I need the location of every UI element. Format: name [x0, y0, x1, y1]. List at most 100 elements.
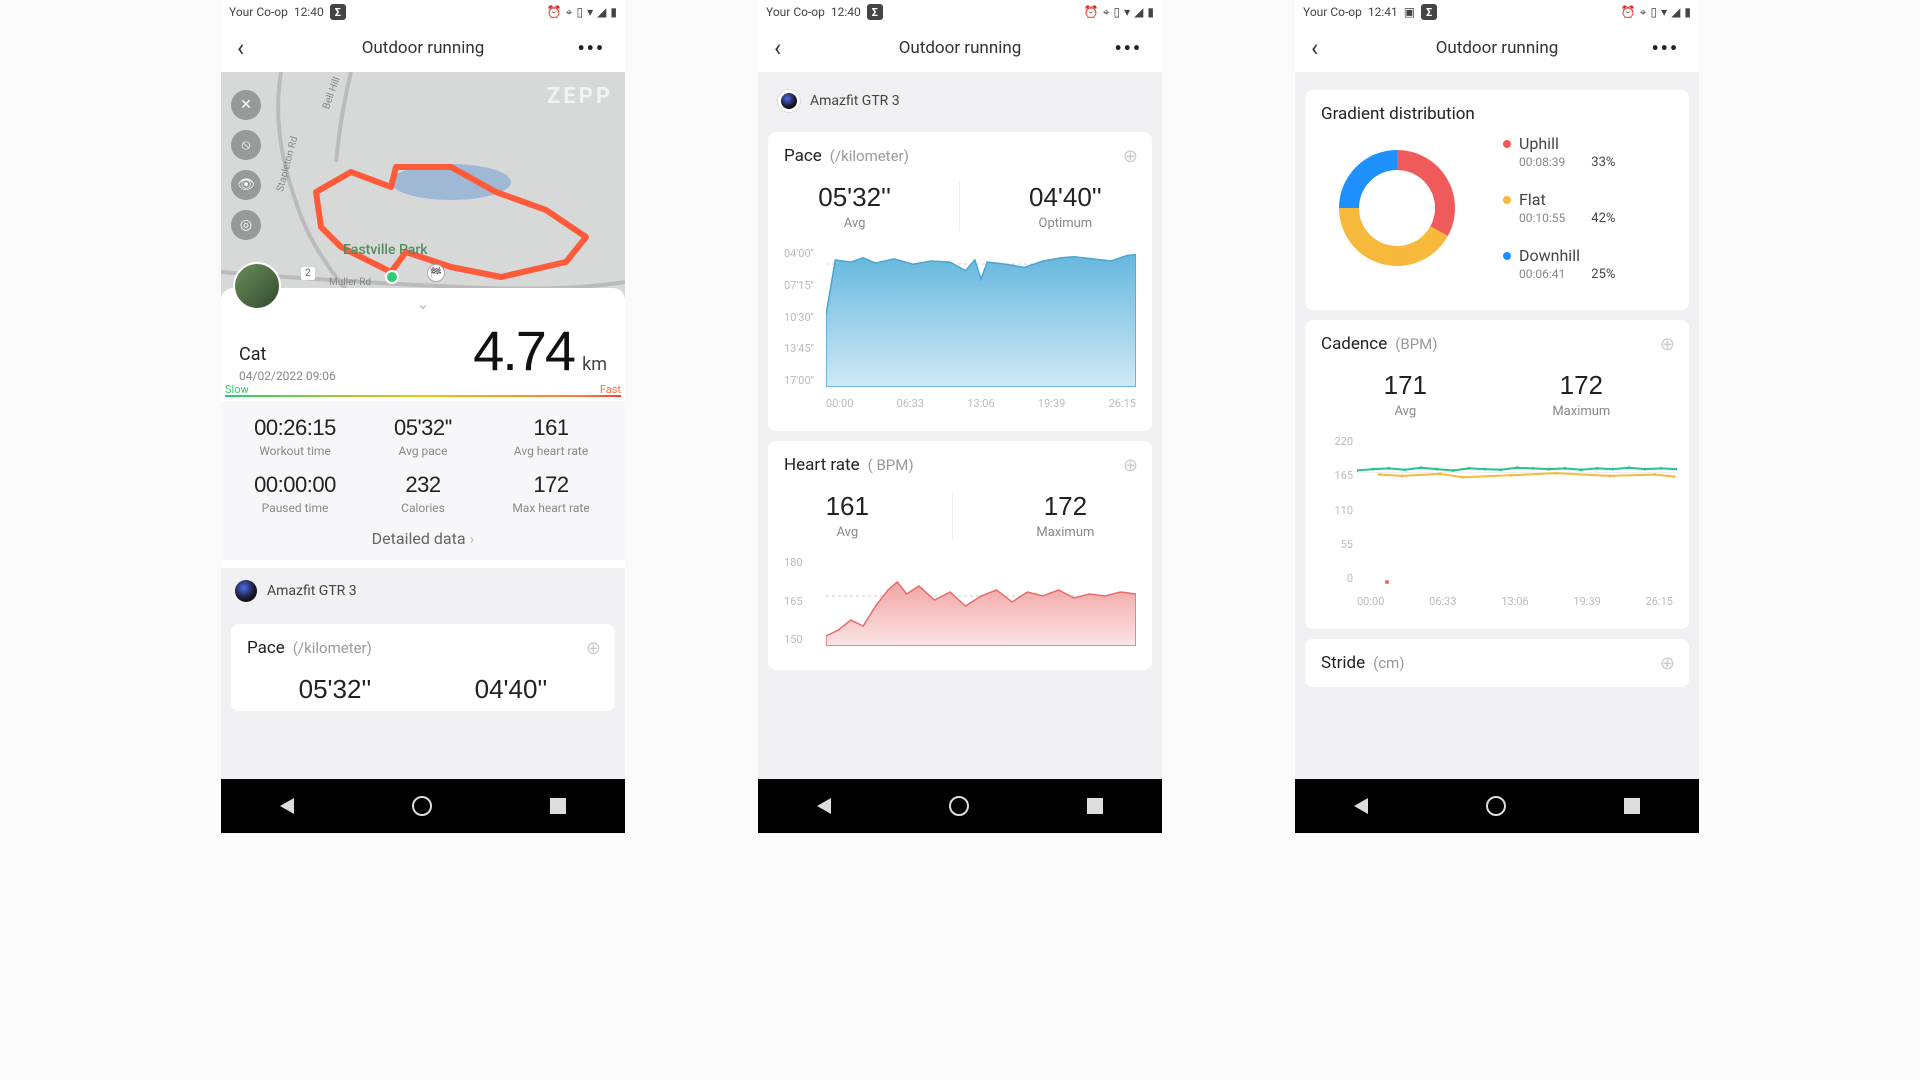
nav-back-icon[interactable]	[1354, 798, 1368, 814]
battery-icon: ▮	[610, 5, 617, 19]
zoom-icon[interactable]: ⊕	[1660, 334, 1675, 355]
distance-value: 4.74	[473, 318, 574, 383]
wifi-icon: ▾	[587, 5, 593, 19]
app-badge-icon: Σ	[867, 4, 883, 20]
card-subtitle: (BPM)	[1395, 335, 1437, 353]
cadence-avg-value: 171	[1384, 370, 1427, 401]
stat-value: 161	[487, 415, 615, 441]
x-tick: 06:33	[1429, 595, 1456, 608]
gradient-donut-chart	[1327, 138, 1467, 278]
stat-label: Max heart rate	[487, 501, 615, 515]
map-privacy-button[interactable]: ⦸	[231, 130, 261, 160]
pace-opt-label: Optimum	[1029, 216, 1102, 231]
nav-back-icon[interactable]	[817, 798, 831, 814]
nav-back-icon[interactable]	[280, 798, 294, 814]
pace-fast-label: Fast	[600, 383, 621, 396]
y-tick: 04'00''	[784, 247, 814, 260]
back-button[interactable]: ‹	[237, 34, 244, 62]
alarm-icon: ⏰	[1621, 5, 1636, 19]
device-row[interactable]: Amazfit GTR 3	[221, 568, 625, 614]
hr-max-label: Maximum	[1036, 525, 1094, 540]
app-header: ‹ Outdoor running •••	[221, 24, 625, 72]
location-icon: ⌖	[1640, 5, 1647, 20]
detailed-data-button[interactable]: Detailed data›	[221, 517, 625, 560]
cadence-avg-label: Avg	[1384, 404, 1427, 419]
x-tick: 00:00	[826, 397, 853, 410]
more-button[interactable]: •••	[1114, 36, 1142, 60]
cadence-max-label: Maximum	[1552, 404, 1610, 419]
x-tick: 19:39	[1038, 397, 1065, 410]
map-view-button[interactable]: 👁	[231, 170, 261, 200]
more-button[interactable]: •••	[1651, 36, 1679, 60]
carrier-label: Your Co-op	[766, 5, 825, 19]
x-tick: 19:39	[1573, 595, 1600, 608]
location-icon: ⌖	[1103, 5, 1110, 20]
x-tick: 06:33	[897, 397, 924, 410]
y-tick: 150	[784, 633, 803, 646]
gallery-icon: ▣	[1404, 5, 1415, 19]
stat-label: Calories	[359, 501, 487, 515]
card-subtitle: ( BPM)	[868, 456, 914, 474]
cadence-chart	[1357, 435, 1677, 585]
nav-home-icon[interactable]	[1486, 796, 1506, 816]
chevron-right-icon: ›	[470, 529, 475, 548]
route-map[interactable]: ZEPP Eastville Park Stapleton Rd Muller …	[221, 72, 625, 300]
datetime-label: 04/02/2022 09:06	[239, 369, 336, 383]
y-tick: 13'45''	[784, 342, 814, 355]
status-bar: Your Co-op 12:40 Σ ⏰ ⌖ ▯ ▾ ◢ ▮	[758, 0, 1162, 24]
nav-home-icon[interactable]	[412, 796, 432, 816]
nav-recent-icon[interactable]	[550, 798, 566, 814]
android-nav-bar	[1295, 779, 1699, 833]
gradient-legend: Uphill 00:08:3933%Flat 00:10:5542%Downhi…	[1503, 134, 1615, 282]
app-header: ‹ Outdoor running •••	[1295, 24, 1699, 72]
wifi-icon: ▾	[1661, 5, 1667, 19]
back-button[interactable]: ‹	[774, 34, 781, 62]
stat-value: 232	[359, 472, 487, 498]
y-tick: 165	[1321, 469, 1353, 482]
zoom-icon[interactable]: ⊕	[1123, 146, 1138, 167]
pace-avg-value: 05'32''	[818, 182, 891, 213]
battery-icon: ▮	[1147, 5, 1154, 19]
y-tick: 110	[1321, 504, 1353, 517]
pace-card-preview[interactable]: Pace (/kilometer) ⊕ 05'32'' 04'40''	[231, 624, 615, 711]
detailed-label: Detailed data	[372, 529, 466, 548]
carrier-label: Your Co-op	[229, 5, 288, 19]
card-subtitle: (cm)	[1373, 654, 1404, 672]
android-nav-bar	[221, 779, 625, 833]
page-title: Outdoor running	[362, 38, 485, 58]
status-bar: Your Co-op 12:41 ▣ Σ ⏰ ⌖ ▯ ▾ ◢ ▮	[1295, 0, 1699, 24]
user-avatar[interactable]	[233, 262, 281, 310]
clock-label: 12:40	[831, 5, 861, 19]
nav-recent-icon[interactable]	[1087, 798, 1103, 814]
app-header: ‹ Outdoor running •••	[758, 24, 1162, 72]
signal-icon: ◢	[1134, 5, 1143, 19]
more-button[interactable]: •••	[577, 36, 605, 60]
username-label: Cat	[239, 344, 336, 365]
distance-unit: km	[582, 354, 607, 375]
back-button[interactable]: ‹	[1311, 34, 1318, 62]
x-tick: 26:15	[1109, 397, 1136, 410]
battery-icon: ▮	[1684, 5, 1691, 19]
zoom-icon[interactable]: ⊕	[1123, 455, 1138, 476]
alarm-icon: ⏰	[547, 5, 562, 19]
stat-label: Paused time	[231, 501, 359, 515]
android-nav-bar	[758, 779, 1162, 833]
vibrate-icon: ▯	[577, 5, 584, 19]
sheet-handle-icon[interactable]: ⌄	[416, 294, 429, 313]
content-area: ZEPP Eastville Park Stapleton Rd Muller …	[221, 72, 625, 779]
app-badge-icon: Σ	[330, 4, 346, 20]
pace-gradient-bar: Slow Fast	[225, 395, 621, 397]
zoom-icon[interactable]: ⊕	[1660, 653, 1675, 674]
nav-home-icon[interactable]	[949, 796, 969, 816]
device-row[interactable]: Amazfit GTR 3	[758, 72, 1162, 122]
vibrate-icon: ▯	[1651, 5, 1658, 19]
nav-recent-icon[interactable]	[1624, 798, 1640, 814]
map-layers-button[interactable]: ✕	[231, 90, 261, 120]
pace-chart	[826, 247, 1136, 387]
zoom-icon[interactable]: ⊕	[586, 638, 601, 659]
device-name: Amazfit GTR 3	[267, 583, 357, 599]
map-locate-button[interactable]: ◎	[231, 210, 261, 240]
route-start-marker	[385, 270, 399, 284]
stat-value: 05'32''	[359, 415, 487, 441]
gradient-card: Gradient distribution Uphill 00:08:3933%…	[1305, 90, 1689, 310]
